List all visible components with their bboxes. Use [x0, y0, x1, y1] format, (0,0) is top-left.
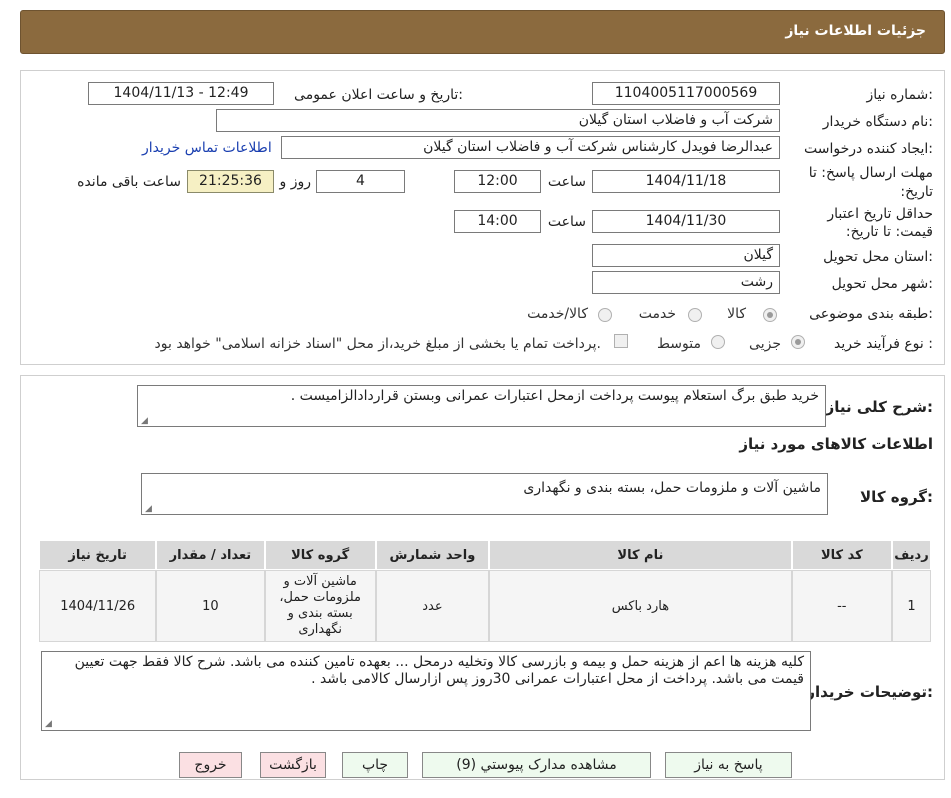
goods-group-textarea[interactable]: ماشین آلات و ملزومات حمل، بسته بندی و نگ… — [141, 473, 828, 515]
cell-quantity: 10 — [155, 569, 266, 643]
items-table: ردیف کد کالا نام کالا واحد شمارش گروه کا… — [37, 539, 933, 643]
city-field: رشت — [592, 271, 780, 294]
announce-datetime-label: تاریخ و ساعت اعلان عمومی: — [294, 87, 463, 103]
reply-button[interactable]: پاسخ به نیاز — [665, 752, 792, 778]
cell-item-code: -- — [790, 569, 893, 643]
cell-row-number: 1 — [890, 569, 933, 643]
deadline-label: مهلت ارسال پاسخ: تا تاریخ: — [808, 165, 933, 200]
print-button[interactable]: چاپ — [342, 752, 408, 778]
cell-unit: عدد — [374, 569, 491, 643]
remaining-label: ساعت باقی مانده — [77, 174, 181, 190]
validity-time-label: ساعت — [547, 214, 586, 230]
items-table-header: ردیف کد کالا نام کالا واحد شمارش گروه کا… — [37, 539, 933, 571]
creator-label: ایجاد کننده درخواست: — [804, 141, 933, 157]
buyer-org-field: شرکت آب و فاضلاب استان گیلان — [216, 109, 780, 132]
back-button[interactable]: بازگشت — [260, 752, 326, 778]
purchase-type-label: نوع فرآیند خرید : — [834, 336, 933, 352]
announce-datetime-field: 1404/11/13 - 12:49 — [88, 82, 274, 105]
province-label: استان محل تحویل: — [823, 249, 933, 265]
validity-time-field: 14:00 — [454, 210, 541, 233]
buyer-contact-link[interactable]: اطلاعات تماس خریدار — [142, 140, 272, 156]
description-textarea[interactable]: خرید طبق برگ استعلام پیوست پرداخت ازمحل … — [137, 385, 826, 427]
city-label: شهر محل تحویل: — [831, 276, 933, 292]
table-row: 1 -- هارد باکس عدد ماشین آلات و ملزومات … — [37, 569, 933, 643]
deadline-time-label: ساعت — [547, 174, 586, 190]
goods-section-title: اطلاعات کالاهای مورد نیاز — [739, 435, 933, 453]
description-resize-handle-icon[interactable]: ◢ — [141, 416, 148, 426]
col-need-date: تاریخ نیاز — [37, 539, 158, 571]
exit-button[interactable]: خروج — [179, 752, 242, 778]
validity-date-field: 1404/11/30 — [592, 210, 780, 233]
cell-item-group: ماشین آلات و ملزومات حمل، بسته بندی و نگ… — [263, 569, 377, 643]
category-option-service: خدمت — [638, 306, 676, 322]
col-unit: واحد شمارش — [374, 539, 491, 571]
page-title: جزئیات اطلاعات نیاز — [785, 23, 926, 39]
buyer-notes-label: توضیحات خریدار: — [806, 683, 933, 701]
category-radio-goods[interactable] — [763, 308, 777, 322]
time-remaining-field: 21:25:36 — [187, 170, 274, 193]
purchase-radio-minor[interactable] — [791, 335, 805, 349]
goods-group-resize-handle-icon[interactable]: ◢ — [145, 504, 152, 514]
category-option-goods-service: کالا/خدمت — [527, 306, 588, 322]
days-label: روز و — [279, 174, 312, 190]
category-radio-goods-service[interactable] — [598, 308, 612, 322]
deadline-date-field: 1404/11/18 — [592, 170, 780, 193]
cell-need-date: 1404/11/26 — [37, 569, 158, 643]
col-row-number: ردیف — [890, 539, 933, 571]
purchase-radio-medium[interactable] — [711, 335, 725, 349]
buyer-notes-resize-handle-icon[interactable]: ◢ — [45, 719, 52, 729]
goods-group-label: گروه کالا: — [860, 488, 933, 506]
deadline-time-field: 12:00 — [454, 170, 541, 193]
category-label: طبقه بندی موضوعی: — [809, 306, 933, 322]
category-option-goods: کالا — [727, 306, 746, 322]
col-quantity: تعداد / مقدار — [155, 539, 266, 571]
category-radio-service[interactable] — [688, 308, 702, 322]
need-number-label: شماره نیاز: — [866, 87, 933, 103]
page-header: جزئیات اطلاعات نیاز — [20, 10, 945, 54]
col-item-group: گروه کالا — [263, 539, 377, 571]
buyer-org-label: نام دستگاه خریدار: — [822, 114, 933, 130]
col-item-code: کد کالا — [790, 539, 893, 571]
description-label: شرح کلی نیاز: — [825, 398, 933, 416]
view-attachments-button[interactable]: مشاهده مدارک پیوستي (9) — [422, 752, 651, 778]
price-validity-label: حداقل تاریخ اعتبار قیمت: تا تاریخ: — [827, 206, 933, 240]
need-number-field: 1104005117000569 — [592, 82, 780, 105]
treasury-checkbox[interactable] — [614, 334, 628, 348]
purchase-option-medium: متوسط — [657, 336, 701, 352]
province-field: گیلان — [592, 244, 780, 267]
buyer-notes-textarea[interactable]: کلیه هزینه ها اعم از هزینه حمل و بیمه و … — [41, 651, 811, 731]
cell-item-name: هارد باکس — [488, 569, 793, 643]
treasury-note: پرداخت تمام یا بخشی از مبلغ خرید،از محل … — [154, 336, 601, 352]
purchase-option-minor: جزیی — [749, 336, 781, 352]
col-item-name: نام کالا — [488, 539, 793, 571]
creator-field: عبدالرضا فویدل کارشناس شرکت آب و فاضلاب … — [281, 136, 780, 159]
days-remaining-field: 4 — [316, 170, 405, 193]
